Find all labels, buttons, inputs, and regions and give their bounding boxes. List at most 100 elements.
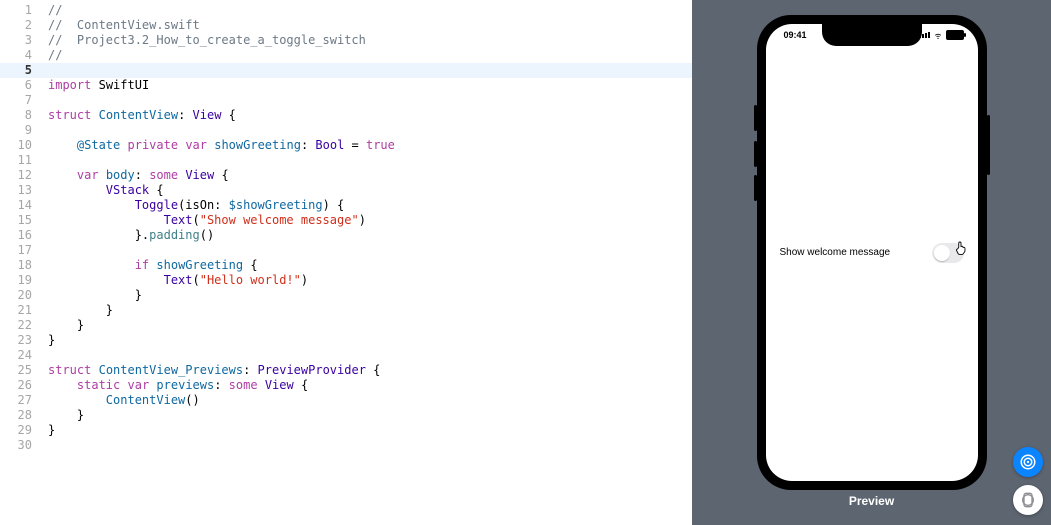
line-number: 21	[0, 303, 38, 318]
line-code: Text("Show welcome message")	[38, 213, 366, 228]
line-number: 28	[0, 408, 38, 423]
code-line[interactable]: 12 var body: some View {	[0, 168, 692, 183]
line-number: 1	[0, 3, 38, 18]
code-line[interactable]: 28 }	[0, 408, 692, 423]
code-line[interactable]: 14 Toggle(isOn: $showGreeting) {	[0, 198, 692, 213]
code-line[interactable]: 1//	[0, 3, 692, 18]
line-code: @State private var showGreeting: Bool = …	[38, 138, 395, 153]
line-number: 29	[0, 423, 38, 438]
line-number: 27	[0, 393, 38, 408]
device-frame: 09:41 Show welcome message	[757, 15, 987, 490]
code-line[interactable]: 22 }	[0, 318, 692, 333]
line-code: }	[38, 423, 55, 438]
code-line[interactable]: 3// Project3.2_How_to_create_a_toggle_sw…	[0, 33, 692, 48]
line-number: 12	[0, 168, 38, 183]
line-number: 25	[0, 363, 38, 378]
code-lines: 1//2// ContentView.swift3// Project3.2_H…	[0, 0, 692, 453]
line-code: VStack {	[38, 183, 164, 198]
line-code: if showGreeting {	[38, 258, 258, 273]
code-line[interactable]: 6import SwiftUI	[0, 78, 692, 93]
code-line[interactable]: 20 }	[0, 288, 692, 303]
line-code: }	[38, 333, 55, 348]
line-code: Text("Hello world!")	[38, 273, 308, 288]
toggle-row: Show welcome message	[780, 237, 964, 269]
line-code: Toggle(isOn: $showGreeting) {	[38, 198, 344, 213]
line-code	[38, 438, 48, 453]
toggle-switch[interactable]	[932, 243, 964, 263]
line-code: var body: some View {	[38, 168, 229, 183]
line-number: 6	[0, 78, 38, 93]
line-code: }	[38, 408, 84, 423]
code-line[interactable]: 9	[0, 123, 692, 138]
code-line[interactable]: 21 }	[0, 303, 692, 318]
line-code: struct ContentView_Previews: PreviewProv…	[38, 363, 380, 378]
code-line[interactable]: 10 @State private var showGreeting: Bool…	[0, 138, 692, 153]
line-code: struct ContentView: View {	[38, 108, 236, 123]
device-settings-button[interactable]	[1013, 485, 1043, 515]
line-code	[38, 93, 48, 108]
device-screen[interactable]: 09:41 Show welcome message	[766, 24, 978, 481]
xcode-window: 1//2// ContentView.swift3// Project3.2_H…	[0, 0, 1051, 525]
code-line[interactable]: 4//	[0, 48, 692, 63]
device-icon	[1020, 492, 1036, 508]
line-code: import SwiftUI	[38, 78, 149, 93]
line-number: 9	[0, 123, 38, 138]
code-line[interactable]: 29}	[0, 423, 692, 438]
code-editor[interactable]: 1//2// ContentView.swift3// Project3.2_H…	[0, 0, 692, 525]
line-code: ContentView()	[38, 393, 200, 408]
line-code: }	[38, 303, 113, 318]
code-line[interactable]: 17	[0, 243, 692, 258]
line-code: }	[38, 288, 142, 303]
canvas-controls	[1013, 447, 1043, 515]
line-number: 4	[0, 48, 38, 63]
code-line[interactable]: 18 if showGreeting {	[0, 258, 692, 273]
line-code: //	[38, 3, 62, 18]
line-code	[38, 63, 48, 78]
code-line[interactable]: 30	[0, 438, 692, 453]
line-number: 18	[0, 258, 38, 273]
line-number: 20	[0, 288, 38, 303]
line-number: 16	[0, 228, 38, 243]
line-number: 2	[0, 18, 38, 33]
code-line[interactable]: 23}	[0, 333, 692, 348]
line-number: 7	[0, 93, 38, 108]
preview-pane: 09:41 Show welcome message	[692, 0, 1051, 525]
code-line[interactable]: 24	[0, 348, 692, 363]
code-line[interactable]: 19 Text("Hello world!")	[0, 273, 692, 288]
code-line[interactable]: 16 }.padding()	[0, 228, 692, 243]
code-line[interactable]: 13 VStack {	[0, 183, 692, 198]
line-code: //	[38, 48, 62, 63]
app-content: Show welcome message	[766, 24, 978, 481]
code-line[interactable]: 11	[0, 153, 692, 168]
line-number: 22	[0, 318, 38, 333]
line-code: // Project3.2_How_to_create_a_toggle_swi…	[38, 33, 366, 48]
code-line[interactable]: 2// ContentView.swift	[0, 18, 692, 33]
line-code	[38, 153, 48, 168]
code-line[interactable]: 27 ContentView()	[0, 393, 692, 408]
line-number: 24	[0, 348, 38, 363]
line-number: 26	[0, 378, 38, 393]
line-number: 10	[0, 138, 38, 153]
line-code: }	[38, 318, 84, 333]
line-number: 30	[0, 438, 38, 453]
line-code: static var previews: some View {	[38, 378, 308, 393]
preview-label: Preview	[849, 494, 894, 508]
line-number: 13	[0, 183, 38, 198]
line-number: 8	[0, 108, 38, 123]
code-line[interactable]: 5	[0, 63, 692, 78]
line-code	[38, 243, 48, 258]
line-number: 11	[0, 153, 38, 168]
code-line[interactable]: 8struct ContentView: View {	[0, 108, 692, 123]
line-number: 23	[0, 333, 38, 348]
line-number: 19	[0, 273, 38, 288]
code-line[interactable]: 15 Text("Show welcome message")	[0, 213, 692, 228]
line-number: 15	[0, 213, 38, 228]
line-number: 3	[0, 33, 38, 48]
line-number: 5	[0, 63, 38, 78]
code-line[interactable]: 26 static var previews: some View {	[0, 378, 692, 393]
live-preview-button[interactable]	[1013, 447, 1043, 477]
code-line[interactable]: 7	[0, 93, 692, 108]
line-code	[38, 348, 48, 363]
line-code: // ContentView.swift	[38, 18, 200, 33]
code-line[interactable]: 25struct ContentView_Previews: PreviewPr…	[0, 363, 692, 378]
